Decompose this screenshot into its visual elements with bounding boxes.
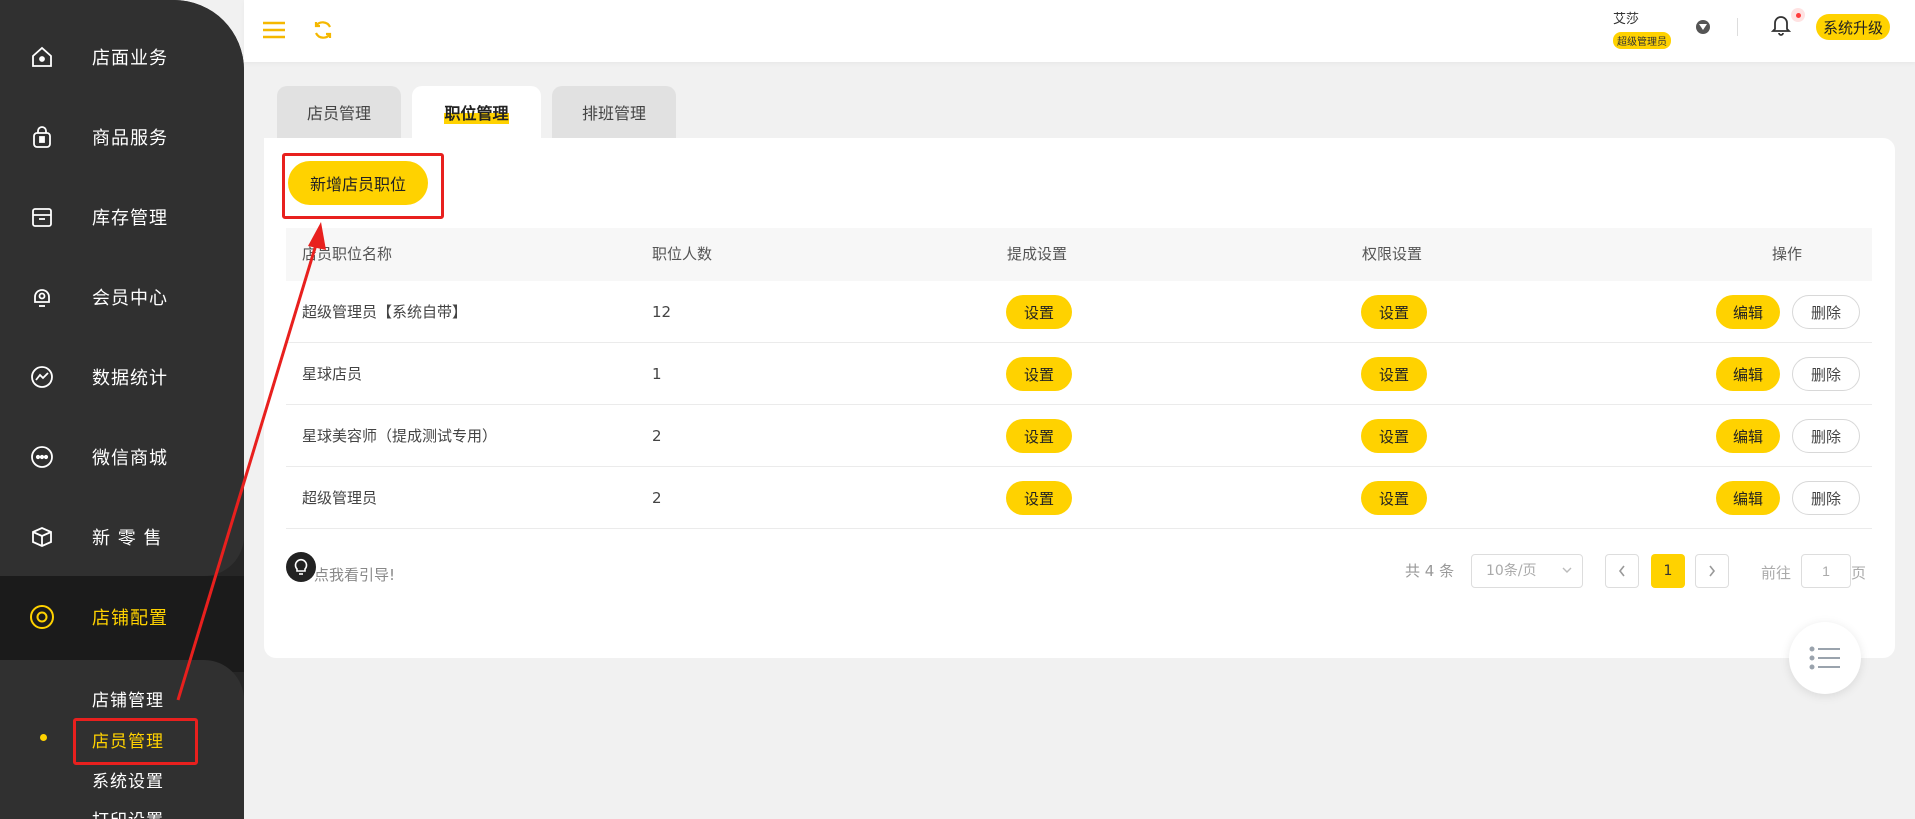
prev-page-button[interactable] [1605,554,1639,588]
permission-settings-button[interactable]: 设置 [1361,357,1427,391]
member-icon [28,283,56,311]
permission-settings-button[interactable]: 设置 [1361,419,1427,453]
position-count: 1 [652,365,662,383]
sidebar-item-label: 库存管理 [92,208,168,229]
submenu-item-store-management[interactable]: 店铺管理 [92,686,164,711]
goto-page-input[interactable] [1801,554,1851,588]
inventory-icon [28,203,56,231]
edit-button[interactable]: 编辑 [1716,481,1780,515]
column-header-actions: 操作 [1772,245,1803,263]
position-count: 12 [652,303,672,321]
page-size-select[interactable]: 10条/页 [1471,554,1583,588]
column-header-count: 职位人数 [652,245,713,263]
chat-icon [28,443,56,471]
floating-list-button[interactable] [1789,622,1861,694]
guide-link[interactable]: 点我看引导! [314,564,395,585]
delete-button[interactable]: 删除 [1792,481,1860,515]
sidebar: 店面业务 商品服务 库存管理 会员中心 数据统计 微信商城 新 零 售 店铺配置… [0,0,244,819]
submenu-item-system-settings[interactable]: 系统设置 [92,767,164,792]
tab-label: 店员管理 [306,104,371,123]
box-icon [28,523,56,551]
goto-label: 前往 [1761,564,1792,582]
position-count: 2 [652,489,662,507]
position-name: 超级管理员【系统自带】 [302,303,468,321]
sidebar-item-new-retail[interactable]: 新 零 售 [0,497,244,577]
sidebar-item-store-business[interactable]: 店面业务 [0,17,244,97]
permission-settings-button[interactable]: 设置 [1361,481,1427,515]
menu-icon[interactable] [260,16,288,44]
table-row: 星球店员 1 设置 设置 编辑 删除 [286,343,1872,405]
total-count: 共 4 条 [1405,562,1455,580]
commission-settings-button[interactable]: 设置 [1006,419,1072,453]
sidebar-item-label: 新 零 售 [92,528,163,549]
page-size-value: 10条/页 [1486,563,1537,579]
page-number-current[interactable]: 1 [1651,554,1685,588]
submenu-item-print-settings[interactable]: 打印设置 [92,806,164,819]
position-count: 2 [652,427,662,445]
chevron-down-icon [1562,567,1572,573]
edit-button[interactable]: 编辑 [1716,419,1780,453]
sidebar-item-wechat-mall[interactable]: 微信商城 [0,417,244,497]
column-header-name: 店员职位名称 [302,245,393,263]
top-header: 艾莎 超级管理员 系统升级 [244,0,1915,62]
sidebar-item-label: 会员中心 [92,288,168,309]
tab-position-management[interactable]: 职位管理 [412,86,541,138]
edit-button[interactable]: 编辑 [1716,295,1780,329]
edit-button[interactable]: 编辑 [1716,357,1780,391]
home-icon [28,43,56,71]
notification-dot [1791,8,1805,22]
table-row: 星球美容师（提成测试专用） 2 设置 设置 编辑 删除 [286,405,1872,467]
sidebar-item-label: 店面业务 [92,48,168,69]
commission-settings-button[interactable]: 设置 [1006,481,1072,515]
upgrade-button[interactable]: 系统升级 [1816,14,1891,40]
sidebar-item-goods-service[interactable]: 商品服务 [0,97,244,177]
sidebar-item-label: 数据统计 [92,368,168,389]
sidebar-item-label: 商品服务 [92,128,168,149]
sidebar-item-member-center[interactable]: 会员中心 [0,257,244,337]
commission-settings-button[interactable]: 设置 [1006,295,1072,329]
position-name: 星球美容师（提成测试专用） [302,427,498,445]
sidebar-item-label: 店铺配置 [92,608,168,629]
table-header: 店员职位名称 职位人数 提成设置 权限设置 操作 [286,228,1872,281]
column-header-permission: 权限设置 [1362,245,1423,263]
tab-label: 职位管理 [444,100,509,124]
sidebar-item-inventory[interactable]: 库存管理 [0,177,244,257]
divider [1737,18,1738,36]
submenu-item-staff-management[interactable]: 店员管理 [92,727,164,752]
table-row: 超级管理员【系统自带】 12 设置 设置 编辑 删除 [286,281,1872,343]
tab-staff-management[interactable]: 店员管理 [277,86,401,138]
bag-icon [28,123,56,151]
delete-button[interactable]: 删除 [1792,357,1860,391]
goto-suffix: 页 [1851,564,1867,582]
position-name: 星球店员 [302,365,363,383]
position-name: 超级管理员 [302,489,378,507]
list-icon [1809,646,1840,670]
lightbulb-icon[interactable] [286,552,316,582]
user-role-badge: 超级管理员 [1613,32,1671,49]
add-position-button[interactable]: 新增店员职位 [288,161,428,205]
permission-settings-button[interactable]: 设置 [1361,295,1427,329]
sidebar-item-store-config[interactable]: 店铺配置 [0,577,244,657]
chevron-down-icon[interactable] [1696,20,1710,34]
chevron-left-icon [1618,565,1625,577]
next-page-button[interactable] [1695,554,1729,588]
refresh-icon[interactable] [309,16,337,44]
settings-icon [28,603,56,631]
commission-settings-button[interactable]: 设置 [1006,357,1072,391]
user-name: 艾莎 [1613,12,1640,27]
sidebar-item-statistics[interactable]: 数据统计 [0,337,244,417]
column-header-commission: 提成设置 [1007,245,1068,263]
table-row: 超级管理员 2 设置 设置 编辑 删除 [286,467,1872,529]
delete-button[interactable]: 删除 [1792,419,1860,453]
delete-button[interactable]: 删除 [1792,295,1860,329]
bell-icon[interactable] [1770,14,1792,36]
active-dot [40,734,47,741]
chart-icon [28,363,56,391]
tab-label: 排班管理 [581,104,646,123]
sidebar-item-label: 微信商城 [92,448,168,469]
tab-schedule-management[interactable]: 排班管理 [552,86,676,138]
chevron-right-icon [1709,565,1716,577]
